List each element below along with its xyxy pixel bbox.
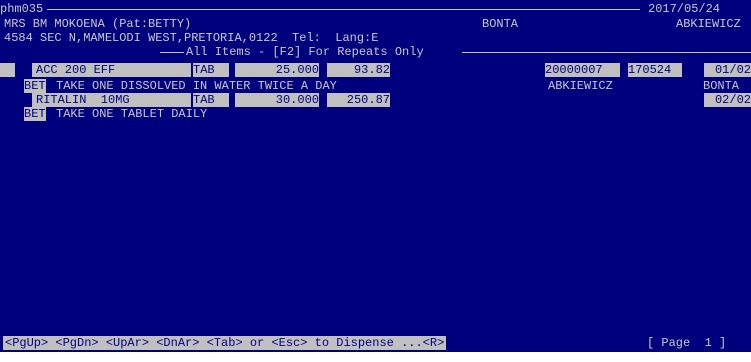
program-id: phm035: [0, 2, 44, 16]
page-indicator: [ Page 1 ]: [647, 336, 727, 350]
script-date: 170524: [628, 63, 682, 77]
instruction-text: TAKE ONE DISSOLVED IN WATER TWICE A DAY: [56, 79, 337, 93]
repeat-count: 02/02: [704, 93, 751, 107]
address-line: 4584 SEC N,MAMELODI WEST,PRETORIA,0122 T…: [4, 31, 379, 45]
doctor-short: BONTA: [482, 17, 519, 31]
section-title: All Items - [F2] For Repeats Only: [186, 45, 424, 59]
footer-bar: <PgUp> <PgDn> <UpAr> <DnAr> <Tab> or <Es…: [0, 335, 751, 350]
terminal-screen: phm035 2017/05/24 MRS BM MOKOENA (Pat:BE…: [0, 0, 751, 362]
item-price: 250.87: [327, 93, 390, 107]
section-right-border: [462, 52, 751, 53]
prescriber: ABKIEWICZ: [548, 79, 613, 93]
instruction-code: BET: [24, 79, 46, 93]
patient-line: MRS BM MOKOENA (Pat:BETTY): [4, 17, 192, 31]
item-unit: TAB: [193, 93, 229, 107]
bottom-margin: [0, 352, 751, 362]
section-left-border: [160, 52, 184, 53]
repeat-count: 01/02: [704, 63, 751, 77]
item-name: RITALIN 10MG: [32, 93, 191, 107]
footer-keys[interactable]: <PgUp> <PgDn> <UpAr> <DnAr> <Tab> or <Es…: [3, 336, 447, 350]
doctor: BONTA: [703, 79, 740, 93]
item-qty: 30.000: [235, 93, 319, 107]
instruction-text: TAKE ONE TABLET DAILY: [56, 107, 208, 121]
item-unit: TAB: [193, 63, 229, 77]
instruction-code: BET: [24, 107, 46, 121]
row-marker: [0, 63, 15, 77]
doctor-right: ABKIEWICZ: [676, 17, 741, 31]
item-price: 93.82: [327, 63, 390, 77]
item-name: ACC 200 EFF: [32, 63, 191, 77]
script-number: 20000007: [545, 63, 620, 77]
item-qty: 25.000: [235, 63, 319, 77]
date: 2017/05/24: [648, 2, 721, 16]
top-border: [47, 9, 640, 10]
